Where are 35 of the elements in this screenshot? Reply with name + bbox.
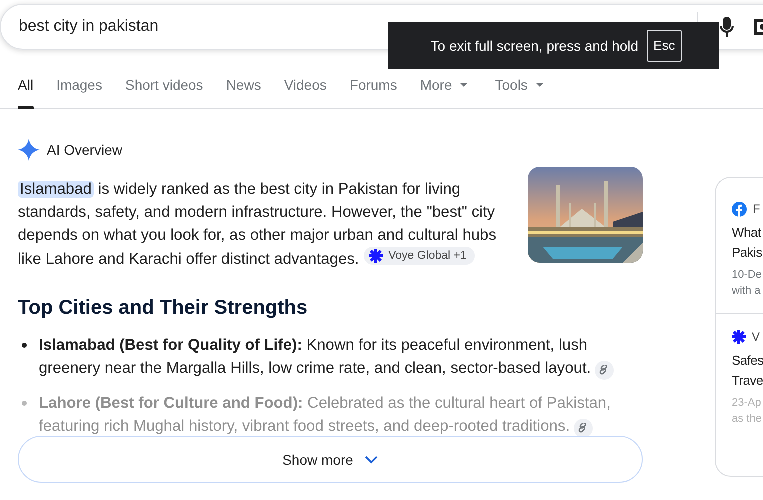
bullet-icon	[22, 343, 27, 348]
source-title[interactable]: Safes	[732, 351, 763, 371]
citation-link[interactable]: Voye Global +1	[364, 247, 475, 265]
source-snippet: as the	[732, 412, 763, 427]
bullet-icon	[22, 401, 27, 406]
section-heading: Top Cities and Their Strengths	[18, 296, 309, 321]
search-tab[interactable]: Videos	[284, 71, 327, 108]
source-name: F	[753, 202, 760, 216]
source-title[interactable]: What	[732, 223, 763, 243]
sparkle-icon	[18, 139, 40, 161]
asterisk-icon	[368, 249, 383, 263]
search-tab[interactable]: Forums	[350, 71, 398, 108]
search-tab[interactable]: Short videos	[125, 71, 204, 108]
source-snippet: with a	[732, 284, 762, 299]
source-snippet: 23-Ap	[732, 396, 762, 411]
list-item-text: Islamabad (Best for Quality of Life): Known for its peaceful environment, lush greenery near the Margalla Hills, low crime rate, and clean, sector-based layout.	[39, 334, 629, 380]
asterisk-icon	[732, 330, 746, 344]
show-more-button[interactable]: Show more	[18, 436, 643, 483]
source-title[interactable]: Pakis	[732, 243, 763, 263]
microphone-icon[interactable]	[720, 17, 734, 37]
link-icon[interactable]	[595, 361, 614, 380]
source-name: V	[752, 330, 760, 344]
search-input[interactable]: best city in pakistan	[19, 18, 189, 36]
facebook-icon	[732, 202, 747, 216]
chevron-down-icon	[365, 456, 378, 464]
overview-title: AI Overview	[47, 142, 122, 158]
search-tab[interactable]: News	[226, 71, 262, 108]
search-tab[interactable]: Images	[56, 71, 102, 108]
search-tab[interactable]: Tools	[495, 71, 544, 108]
search-tab[interactable]: All	[18, 71, 34, 108]
source-snippet: 10-De	[732, 268, 763, 283]
source-title[interactable]: Trave	[732, 371, 763, 391]
overview-summary: Islamabad is widely ranked as the best city in Pakistan for living standards, safety, and modern infrastructure. However, the "best" city depends on what you look for, as other major urban and cultural hubs like Lahore and Karachi offer distinct advantages. Voye Global +1	[18, 180, 498, 270]
search-tab[interactable]: More	[420, 71, 468, 108]
escape-key: Esc	[646, 30, 682, 62]
